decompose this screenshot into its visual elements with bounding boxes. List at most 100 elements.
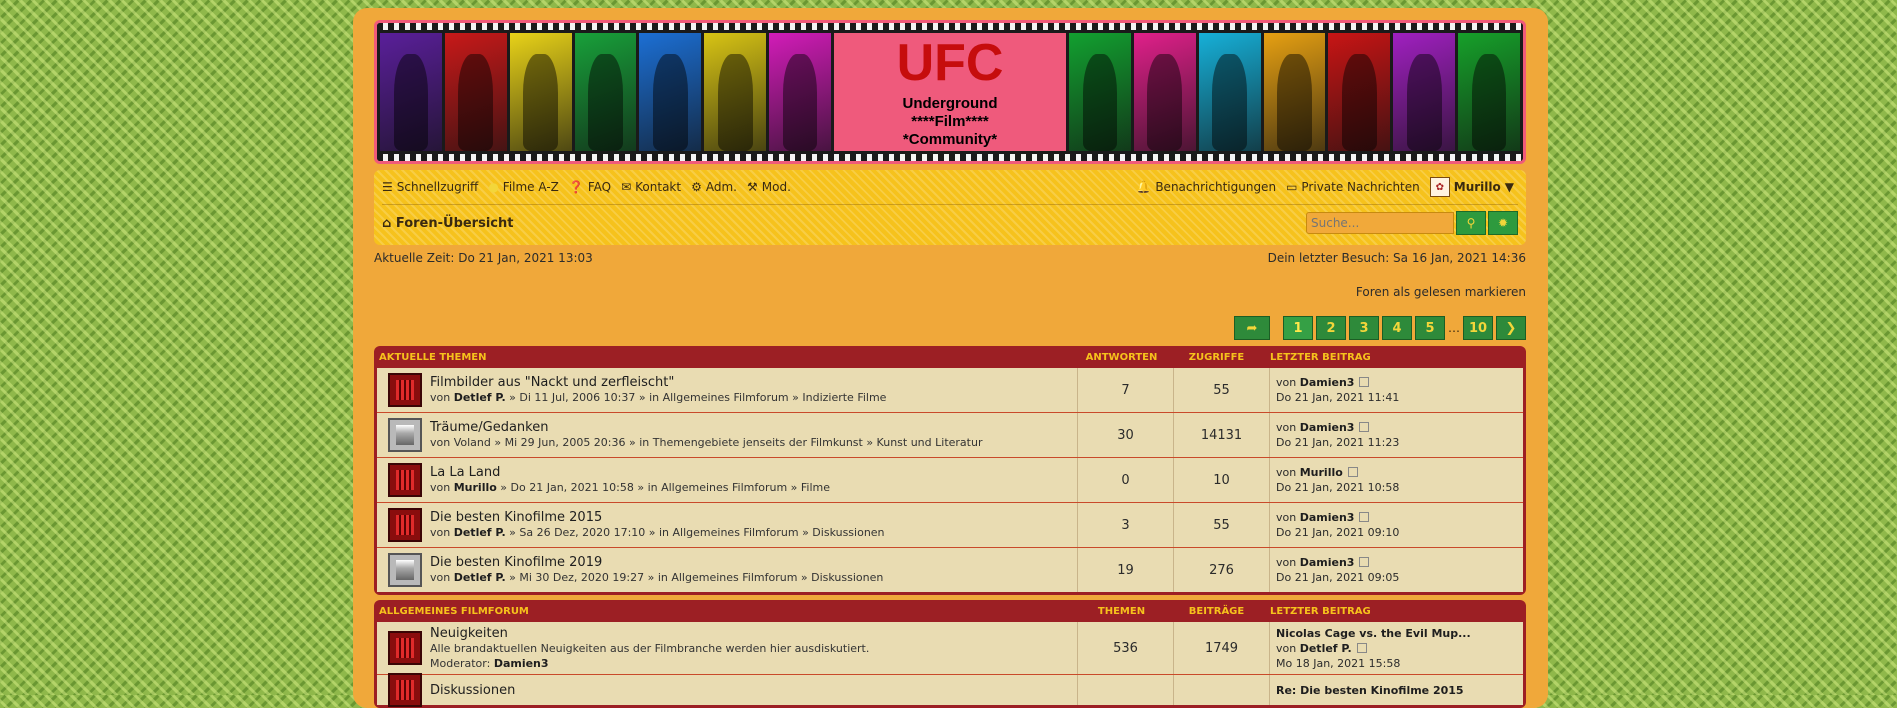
- page-container: UFC Underground ****Film**** *Community*: [353, 8, 1548, 708]
- last-post-author[interactable]: Detlef P.: [1300, 642, 1352, 655]
- goto-post-icon[interactable]: [1356, 642, 1367, 653]
- advanced-search-button[interactable]: ✹: [1488, 211, 1518, 235]
- page-last[interactable]: 10: [1463, 316, 1493, 340]
- search-input[interactable]: [1306, 212, 1454, 234]
- notifications-link[interactable]: 🔔 Benachrichtigungen: [1136, 180, 1276, 194]
- last-post-date: Do 21 Jan, 2021 09:05: [1276, 571, 1400, 584]
- replies-count: 0: [1078, 458, 1174, 502]
- goto-post-icon[interactable]: [1359, 557, 1370, 567]
- topic-author[interactable]: Voland: [454, 436, 491, 449]
- active-topics-block: Aktuelle Themen Antworten Zugriffe Letzt…: [374, 346, 1526, 595]
- last-post-author[interactable]: Damien3: [1300, 556, 1355, 569]
- views-count: 55: [1174, 503, 1270, 547]
- moderator-name[interactable]: Damien3: [494, 657, 549, 670]
- table-row: Die besten Kinofilme 2015 von Detlef P. »…: [377, 503, 1523, 548]
- last-post-cell: Re: Die besten Kinofilme 2015: [1270, 675, 1523, 705]
- last-post-date: Do 21 Jan, 2021 11:41: [1276, 391, 1400, 404]
- logo-subtitle: Underground ****Film**** *Community*: [834, 95, 1066, 149]
- user-menu[interactable]: ✿ Murillo ▼: [1429, 177, 1518, 197]
- goto-post-icon[interactable]: [1347, 467, 1358, 477]
- site-banner[interactable]: UFC Underground ****Film**** *Community*: [374, 20, 1526, 164]
- search-button[interactable]: ⚲: [1456, 211, 1486, 235]
- replies-count: 3: [1078, 503, 1174, 547]
- next-page-button[interactable]: ❯: [1496, 316, 1526, 340]
- general-forum-header: Allgemeines Filmforum Themen Beiträge Le…: [377, 600, 1523, 622]
- forum-title[interactable]: Diskussionen: [430, 683, 515, 698]
- topic-title[interactable]: Filmbilder aus "Nackt und zerfleischt": [430, 375, 886, 390]
- last-post-author[interactable]: Damien3: [1300, 511, 1355, 524]
- table-row: Filmbilder aus "Nackt und zerfleischt" vo…: [377, 368, 1523, 413]
- contact-link[interactable]: ✉ Kontakt: [621, 180, 681, 194]
- page-inner: UFC Underground ****Film**** *Community*: [374, 20, 1526, 708]
- views-count: 10: [1174, 458, 1270, 502]
- private-messages-label: Private Nachrichten: [1301, 180, 1420, 194]
- film-icon: ●: [488, 180, 499, 194]
- username: Murillo: [1453, 180, 1501, 194]
- logo-subtitle-line: Underground: [902, 95, 998, 112]
- page-4[interactable]: 4: [1382, 316, 1412, 340]
- by-label: von: [1276, 376, 1297, 389]
- page-3[interactable]: 3: [1349, 316, 1379, 340]
- admin-link[interactable]: ⚙ Adm.: [691, 180, 737, 194]
- by-label: von: [430, 526, 451, 539]
- topics-count: 536: [1078, 622, 1174, 674]
- topic-meta: von Voland » Mi 29 Jun, 2005 20:36 » in …: [430, 435, 982, 450]
- by-label: von: [1276, 511, 1297, 524]
- topic-cell: La La Land von Murillo » Do 21 Jan, 2021 …: [377, 458, 1078, 502]
- private-messages-link[interactable]: ▭ Private Nachrichten: [1286, 180, 1420, 194]
- goto-post-icon[interactable]: [1359, 512, 1370, 522]
- topic-cell: Die besten Kinofilme 2015 von Detlef P. »…: [377, 503, 1078, 547]
- faq-link[interactable]: ❓ FAQ: [569, 180, 611, 194]
- page-1[interactable]: 1: [1283, 316, 1313, 340]
- quick-links[interactable]: ☰ Schnellzugriff: [382, 180, 478, 194]
- page-5[interactable]: 5: [1415, 316, 1445, 340]
- topic-cell: Die besten Kinofilme 2019 von Detlef P. »…: [377, 548, 1078, 592]
- topic-author[interactable]: Murillo: [454, 481, 497, 494]
- jump-to-page-button[interactable]: ➦: [1234, 316, 1270, 340]
- topic-date-location: » Mi 30 Dez, 2020 19:27 » in Allgemeines…: [509, 571, 884, 584]
- topic-title[interactable]: Die besten Kinofilme 2015: [430, 510, 885, 525]
- views-count: 55: [1174, 368, 1270, 412]
- banner-frame: [1458, 33, 1521, 151]
- banner-frame: [639, 33, 702, 151]
- topic-author[interactable]: Detlef P.: [454, 391, 506, 404]
- page-2[interactable]: 2: [1316, 316, 1346, 340]
- topic-title[interactable]: Träume/Gedanken: [430, 420, 982, 435]
- banner-frame: [1393, 33, 1456, 151]
- last-post-author[interactable]: Damien3: [1300, 376, 1355, 389]
- contact-label: Kontakt: [635, 180, 682, 194]
- last-post-author-line: von Detlef P.: [1276, 641, 1523, 656]
- avatar: ✿: [1429, 177, 1450, 197]
- last-post-topic[interactable]: Re: Die besten Kinofilme 2015: [1276, 683, 1523, 698]
- forum-cell: Neuigkeiten Alle brandaktuellen Neuigkei…: [377, 622, 1078, 674]
- forum-title[interactable]: Neuigkeiten: [430, 626, 869, 641]
- question-icon: ❓: [568, 180, 584, 194]
- moderator-label: Moderator:: [430, 656, 491, 670]
- last-post-author[interactable]: Murillo: [1300, 466, 1343, 479]
- last-post-author-line: von Damien3: [1276, 555, 1523, 570]
- topic-status-icon: [388, 373, 422, 407]
- mod-link[interactable]: ⚒ Mod.: [747, 180, 791, 194]
- mark-read-link[interactable]: Foren als gelesen markieren: [374, 285, 1526, 299]
- last-post-topic[interactable]: Nicolas Cage vs. the Evil Mup...: [1276, 626, 1523, 641]
- goto-post-icon[interactable]: [1359, 422, 1370, 432]
- active-topics-title: Aktuelle Themen: [379, 351, 487, 363]
- topic-title[interactable]: La La Land: [430, 465, 830, 480]
- active-topics-header: Aktuelle Themen Antworten Zugriffe Letzt…: [377, 346, 1523, 368]
- topic-date-location: » Sa 26 Dez, 2020 17:10 » in Allgemeines…: [509, 526, 885, 539]
- forum-description: Alle brandaktuellen Neuigkeiten aus der …: [430, 641, 870, 655]
- breadcrumb[interactable]: ⌂ Foren-Übersicht: [382, 216, 513, 231]
- views-count: 276: [1174, 548, 1270, 592]
- goto-post-icon[interactable]: [1359, 377, 1370, 387]
- home-icon: ⌂: [382, 215, 396, 231]
- topics-column-header: Themen: [1097, 605, 1146, 617]
- topic-author[interactable]: Detlef P.: [454, 526, 506, 539]
- forum-text: Diskussionen: [430, 683, 515, 698]
- topic-author[interactable]: Detlef P.: [454, 571, 506, 584]
- by-label: von: [1276, 466, 1297, 479]
- films-a-z-link[interactable]: ● Filme A-Z: [488, 180, 559, 194]
- last-post-cell: von Damien3 Do 21 Jan, 2021 09:10: [1270, 503, 1523, 547]
- topic-title[interactable]: Die besten Kinofilme 2019: [430, 555, 883, 570]
- gear-icon: ✹: [1497, 216, 1509, 230]
- last-post-author[interactable]: Damien3: [1300, 421, 1355, 434]
